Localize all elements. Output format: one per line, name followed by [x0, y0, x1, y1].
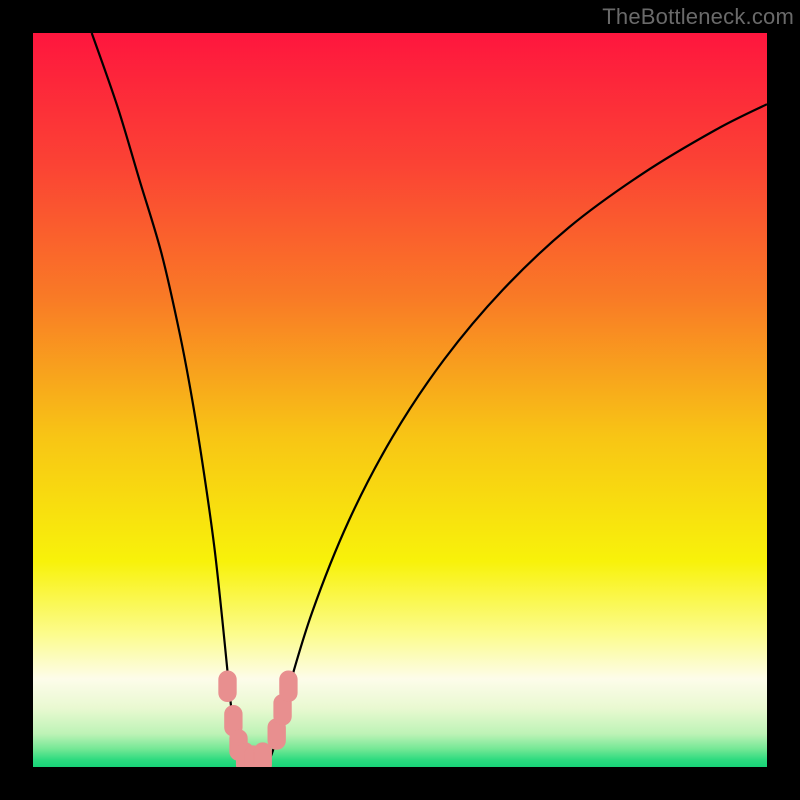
chart-svg [33, 33, 767, 767]
curve-marker [254, 743, 272, 767]
curve-marker [280, 671, 298, 702]
curve-marker [219, 671, 237, 702]
plot-area [33, 33, 767, 767]
watermark-text: TheBottleneck.com [602, 4, 794, 30]
outer-frame: TheBottleneck.com [0, 0, 800, 800]
gradient-background [33, 33, 767, 767]
